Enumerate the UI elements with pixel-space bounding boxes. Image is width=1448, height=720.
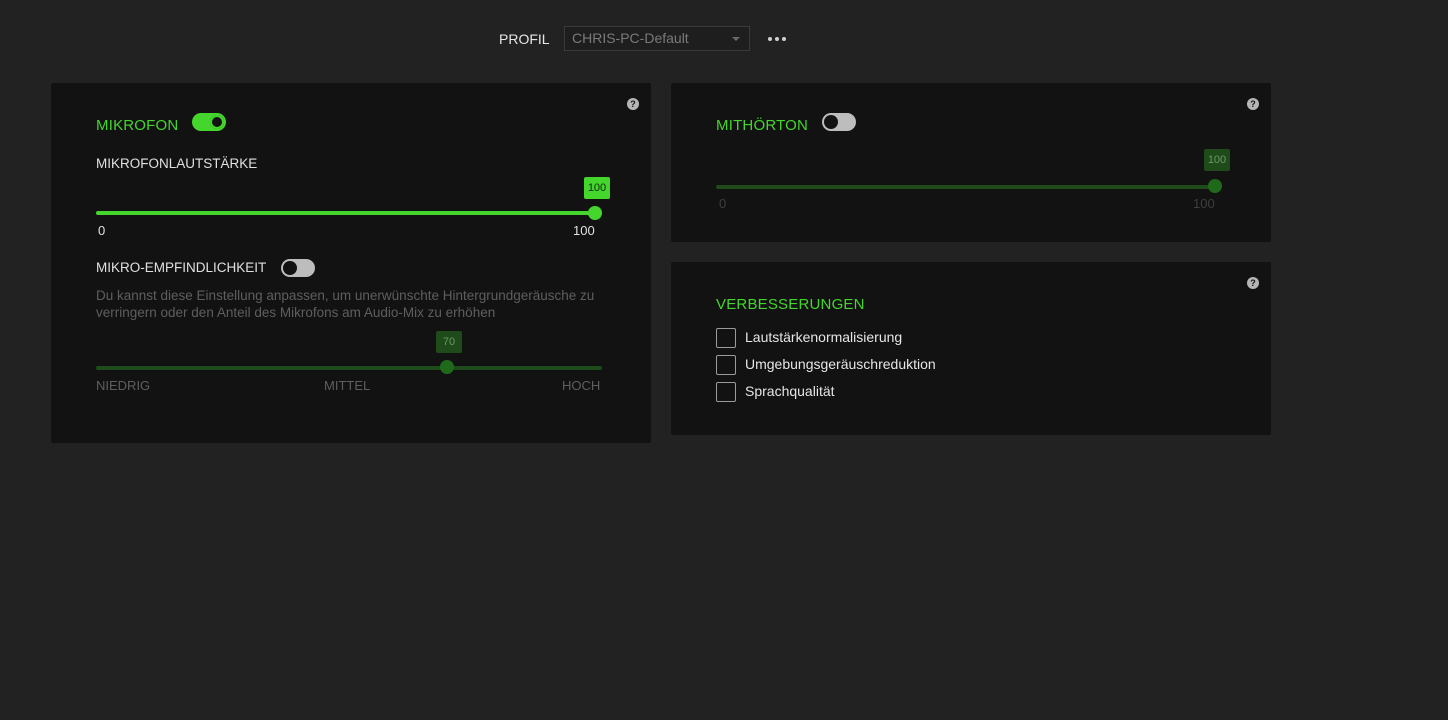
- mic-sensitivity-slider-thumb[interactable]: [440, 360, 454, 374]
- more-options-button[interactable]: [768, 37, 788, 43]
- enhancement-label: Sprachqualität: [745, 383, 835, 399]
- checkbox[interactable]: [716, 328, 736, 348]
- enhancement-label: Lautstärkenormalisierung: [745, 329, 903, 345]
- profile-label: PROFIL: [499, 31, 550, 47]
- mic-volume-max-label: 100: [573, 223, 595, 238]
- mic-sensitivity-high-label: HOCH: [562, 378, 601, 393]
- mic-sensitivity-slider-track[interactable]: [96, 366, 602, 370]
- mic-volume-label: MIKROFONLAUTSTÄRKE: [96, 156, 258, 171]
- sidetone-panel: ? MITHÖRTON 100 0 100: [671, 83, 1271, 242]
- checkbox[interactable]: [716, 382, 736, 402]
- sidetone-slider-thumb[interactable]: [1208, 179, 1222, 193]
- toggle-knob: [283, 261, 297, 275]
- mic-sensitivity-toggle[interactable]: [281, 259, 315, 277]
- mic-sensitivity-label: MIKRO-EMPFINDLICHKEIT: [96, 260, 267, 275]
- dot-icon: [768, 37, 772, 41]
- enhancements-panel: ? VERBESSERUNGEN Lautstärkenormalisierun…: [671, 262, 1271, 435]
- toggle-knob: [824, 115, 838, 129]
- mic-sensitivity-low-label: NIEDRIG: [96, 378, 151, 393]
- sidetone-value: 100: [1207, 154, 1227, 166]
- mic-volume-min-label: 0: [98, 223, 106, 238]
- sidetone-toggle[interactable]: [822, 113, 856, 131]
- profile-selected-value: CHRIS-PC-Default: [572, 30, 689, 46]
- mic-sensitivity-mid-label: MITTEL: [324, 378, 371, 393]
- checkbox[interactable]: [716, 355, 736, 375]
- toggle-knob: [210, 115, 224, 129]
- help-icon[interactable]: ?: [1247, 98, 1259, 110]
- mic-volume-value: 100: [587, 182, 607, 194]
- microphone-title: MIKROFON: [96, 117, 179, 134]
- mic-volume-value-tag: 100: [584, 177, 610, 199]
- dot-icon: [782, 37, 786, 41]
- microphone-toggle[interactable]: [192, 113, 226, 131]
- mic-volume-slider-track[interactable]: [96, 211, 602, 215]
- sidetone-value-tag: 100: [1204, 149, 1230, 171]
- sidetone-title: MITHÖRTON: [716, 117, 809, 134]
- mic-sensitivity-value: 70: [442, 336, 456, 348]
- microphone-panel: ? MIKROFON MIKROFONLAUTSTÄRKE 100 0 100 …: [51, 83, 651, 443]
- profile-dropdown[interactable]: CHRIS-PC-Default: [564, 26, 750, 51]
- enhancements-title: VERBESSERUNGEN: [716, 296, 865, 313]
- sidetone-max-label: 100: [1193, 196, 1215, 211]
- mic-sensitivity-description: Du kannst diese Einstellung anpassen, um…: [96, 288, 595, 320]
- sidetone-min-label: 0: [719, 196, 727, 211]
- enhancement-label: Umgebungsgeräuschreduktion: [745, 356, 936, 372]
- help-icon[interactable]: ?: [627, 98, 639, 110]
- profile-bar: PROFIL CHRIS-PC-Default: [0, 0, 1448, 78]
- dot-icon: [775, 37, 779, 41]
- sidetone-slider-track[interactable]: [716, 185, 1222, 189]
- help-icon[interactable]: ?: [1247, 277, 1259, 289]
- mic-volume-slider-thumb[interactable]: [588, 206, 602, 220]
- mic-sensitivity-value-tag: 70: [436, 331, 462, 353]
- chevron-down-icon: [732, 37, 740, 41]
